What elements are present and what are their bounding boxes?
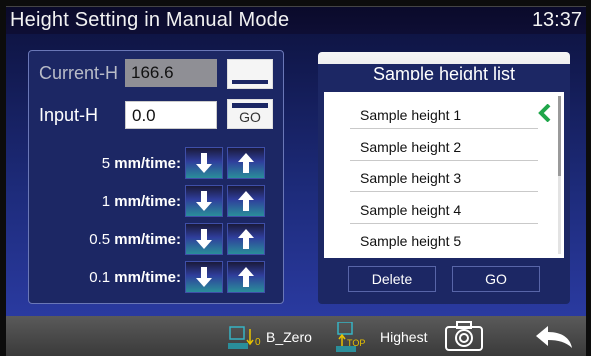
step-label: 1 mm/time: [101,193,181,210]
sample-height-panel: Sample height list Sample height 1 Sampl… [318,52,570,304]
selected-chevron-icon [538,104,551,122]
step-5-down-button[interactable] [185,147,223,179]
main-content: Current-H 166.6 Input-H 0.0 GO 5 mm/time… [6,34,586,316]
b-zero-label: B_Zero [266,329,312,345]
arrow-down-icon [196,153,212,173]
current-height-button[interactable] [227,59,273,89]
step-1-up-button[interactable] [227,185,265,217]
svg-text:TOP: TOP [347,338,365,348]
list-scrollbar[interactable] [558,96,561,254]
list-item-label: Sample height 1 [360,107,462,123]
list-item-label: Sample height 2 [360,139,462,155]
step-label: 5 mm/time: [101,155,181,172]
highest-icon: TOP [336,322,365,352]
step-5-up-button[interactable] [227,147,265,179]
arrow-down-icon [196,229,212,249]
list-title: Sample height list [372,64,516,80]
height-control-panel: Current-H 166.6 Input-H 0.0 GO 5 mm/time… [28,50,284,304]
list-item[interactable]: Sample height 5 [350,224,538,255]
bottom-toolbar: 0 B_Zero TOP Highest [6,316,586,356]
step-1-down-button[interactable] [185,185,223,217]
clock: 13:37 [531,9,582,31]
list-item[interactable]: Sample height 3 [350,161,538,192]
arrow-up-icon [238,153,254,173]
current-height-value: 166.6 [125,59,217,87]
page-title: Height Setting in Manual Mode [10,9,290,31]
highest-button[interactable]: TOP Highest [336,322,427,352]
input-go-button[interactable]: GO [227,99,273,129]
list-item-label: Sample height 3 [360,170,462,186]
delete-button[interactable]: Delete [348,266,436,292]
arrow-up-icon [238,267,254,287]
scrollbar-thumb[interactable] [558,96,561,176]
svg-text:0: 0 [255,337,261,348]
title-bar: Height Setting in Manual Mode 13:37 [6,6,586,34]
highest-label: Highest [380,329,428,345]
list-item[interactable]: Sample height 4 [350,193,538,224]
sample-height-list[interactable]: Sample height 1 Sample height 2 Sample h… [324,92,564,258]
list-item-label: Sample height 5 [360,233,462,249]
step-0-5-down-button[interactable] [185,223,223,255]
list-header: Sample height list [318,52,570,80]
step-row-1: 1 mm/time: [29,185,285,219]
step-0-1-down-button[interactable] [185,261,223,293]
current-height-label: Current-H [39,63,119,83]
arrow-down-icon [196,191,212,211]
camera-icon[interactable] [444,320,484,352]
arrow-down-icon [196,267,212,287]
b-zero-icon: 0 [228,326,261,349]
step-label: 0.5 mm/time: [89,231,181,248]
screen: Height Setting in Manual Mode 13:37 Curr… [0,0,591,356]
list-item[interactable]: Sample height 1 [350,98,538,129]
step-0-5-up-button[interactable] [227,223,265,255]
step-0-1-up-button[interactable] [227,261,265,293]
input-go-label: GO [239,109,261,125]
step-label: 0.1 mm/time: [89,269,181,286]
step-row-0-5: 0.5 mm/time: [29,223,285,257]
list-item-label: Sample height 4 [360,202,462,218]
step-row-0-1: 0.1 mm/time: [29,261,285,295]
list-go-button[interactable]: GO [452,266,540,292]
arrow-up-icon [238,229,254,249]
input-height-label: Input-H [39,105,99,125]
input-height-field[interactable]: 0.0 [125,101,217,129]
b-zero-button[interactable]: 0 B_Zero [228,322,312,352]
list-item[interactable]: Sample height 2 [350,130,538,161]
arrow-up-icon [238,191,254,211]
back-arrow-icon[interactable] [534,324,574,350]
step-row-5: 5 mm/time: [29,147,285,181]
